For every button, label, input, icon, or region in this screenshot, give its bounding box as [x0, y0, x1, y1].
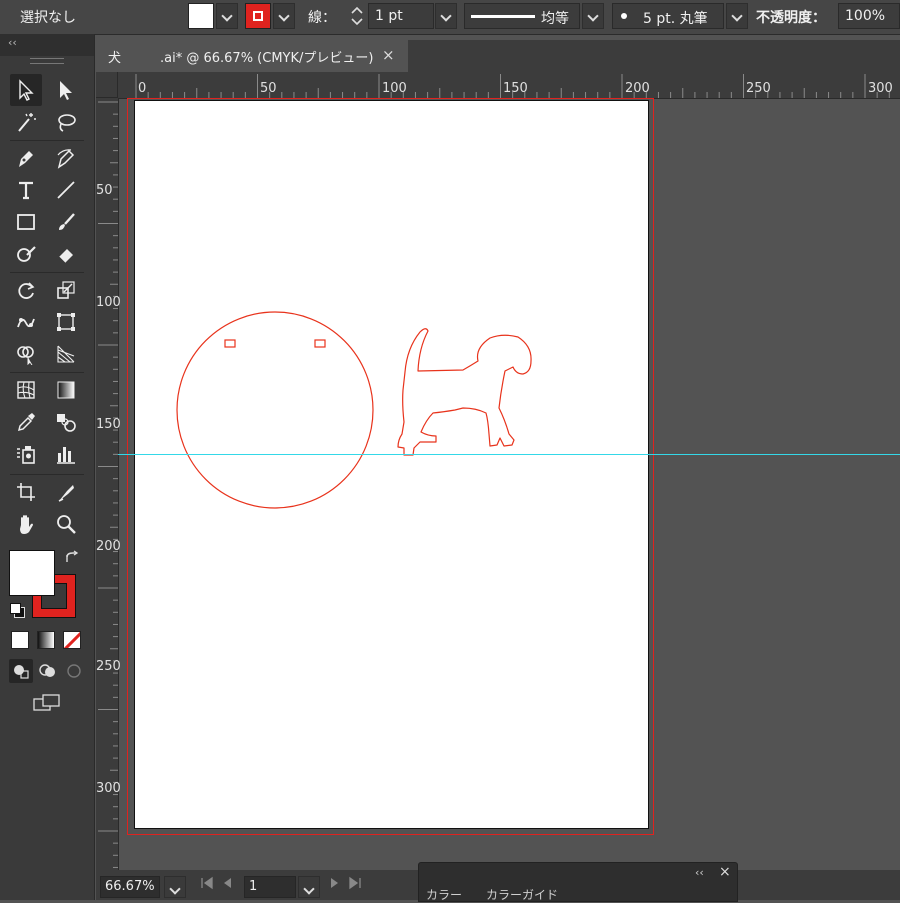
- tag-artwork[interactable]: [176, 311, 374, 509]
- dog-silhouette[interactable]: [397, 328, 532, 456]
- artwork-layer: [176, 311, 532, 509]
- zoom-dropdown[interactable]: [164, 876, 186, 898]
- artboard-dropdown[interactable]: [298, 876, 320, 898]
- next-artboard-icon[interactable]: [328, 876, 342, 893]
- close-icon[interactable]: ×: [719, 864, 731, 880]
- color-panel-tabs[interactable]: カラー カラーガイド: [426, 886, 558, 903]
- zoom-level-field[interactable]: 66.67%: [100, 876, 160, 898]
- horizontal-guide[interactable]: [118, 454, 900, 455]
- artboard-number-field[interactable]: 1: [244, 876, 296, 898]
- collapse-arrows-icon[interactable]: ‹‹: [695, 866, 704, 879]
- last-artboard-icon[interactable]: [348, 876, 362, 893]
- first-artboard-icon[interactable]: [200, 876, 214, 893]
- previous-artboard-icon[interactable]: [220, 876, 234, 893]
